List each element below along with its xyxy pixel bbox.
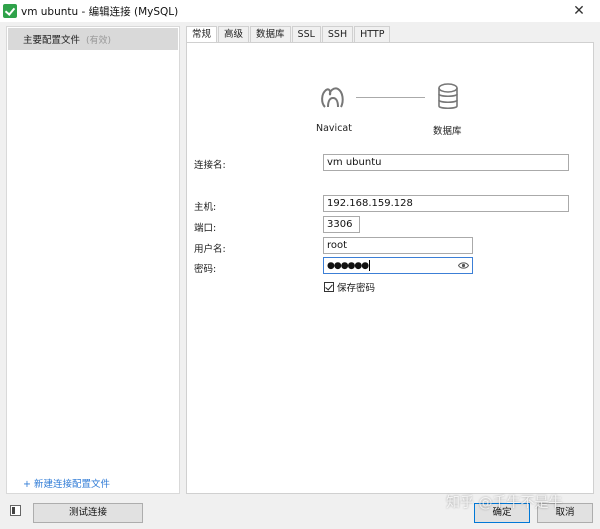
general-tab-panel: Navicat 数据库 连接名: vm ubuntu 主机: 192.168.1…: [186, 42, 594, 494]
port-input[interactable]: 3306: [323, 216, 360, 233]
navicat-label: Navicat: [316, 123, 352, 134]
test-connection-button[interactable]: 测试连接: [33, 503, 143, 523]
close-icon[interactable]: ✕: [570, 2, 588, 20]
tab-advanced[interactable]: 高级: [218, 26, 250, 42]
navicat-logo-icon: [321, 87, 344, 108]
save-password-label: 保存密码: [337, 283, 376, 294]
profile-sidebar: 主要配置文件 (有效) + 新建连接配置文件: [6, 26, 180, 494]
tab-general[interactable]: 常规: [186, 26, 218, 43]
save-password-checkbox[interactable]: [324, 282, 334, 292]
save-password-row[interactable]: 保存密码: [324, 280, 375, 294]
connection-line: [356, 97, 425, 98]
window-title: vm ubuntu - 编辑连接 (MySQL): [21, 5, 179, 18]
tab-databases[interactable]: 数据库: [250, 26, 291, 42]
new-profile-link[interactable]: + 新建连接配置文件: [23, 476, 110, 490]
main-panel: 常规 高级 数据库 SSL SSH HTTP Navicat 数据库 连接名: …: [186, 26, 594, 494]
watermark-text: 知乎 @千牛不是牛: [446, 495, 563, 511]
database-icon: [438, 83, 458, 110]
profile-item-main[interactable]: 主要配置文件 (有效): [8, 28, 178, 50]
profile-status: (有效): [86, 35, 112, 46]
navicat-app-icon: [3, 4, 17, 18]
username-input[interactable]: root: [323, 237, 473, 254]
connection-name-input[interactable]: vm ubuntu: [323, 154, 569, 171]
port-label: 端口:: [194, 223, 217, 234]
show-password-eye-icon[interactable]: [458, 261, 469, 270]
host-label: 主机:: [194, 202, 217, 213]
tab-bar: 常规 高级 数据库 SSL SSH HTTP: [186, 26, 391, 43]
tab-ssl[interactable]: SSL: [291, 26, 321, 42]
tab-http[interactable]: HTTP: [354, 26, 391, 42]
profile-item-label: 主要配置文件: [23, 35, 81, 46]
tab-ssh[interactable]: SSH: [321, 26, 354, 42]
password-label: 密码:: [194, 264, 217, 275]
text-caret: [369, 259, 371, 271]
password-mask: ●●●●●●: [327, 261, 369, 271]
connection-name-label: 连接名:: [194, 160, 226, 171]
title-bar: vm ubuntu - 编辑连接 (MySQL) ✕: [0, 0, 600, 22]
toggle-sidebar-icon[interactable]: [10, 505, 21, 516]
host-input[interactable]: 192.168.159.128: [323, 195, 569, 212]
database-label: 数据库: [433, 126, 462, 137]
username-label: 用户名:: [194, 244, 226, 255]
password-input[interactable]: ●●●●●●: [323, 257, 473, 274]
